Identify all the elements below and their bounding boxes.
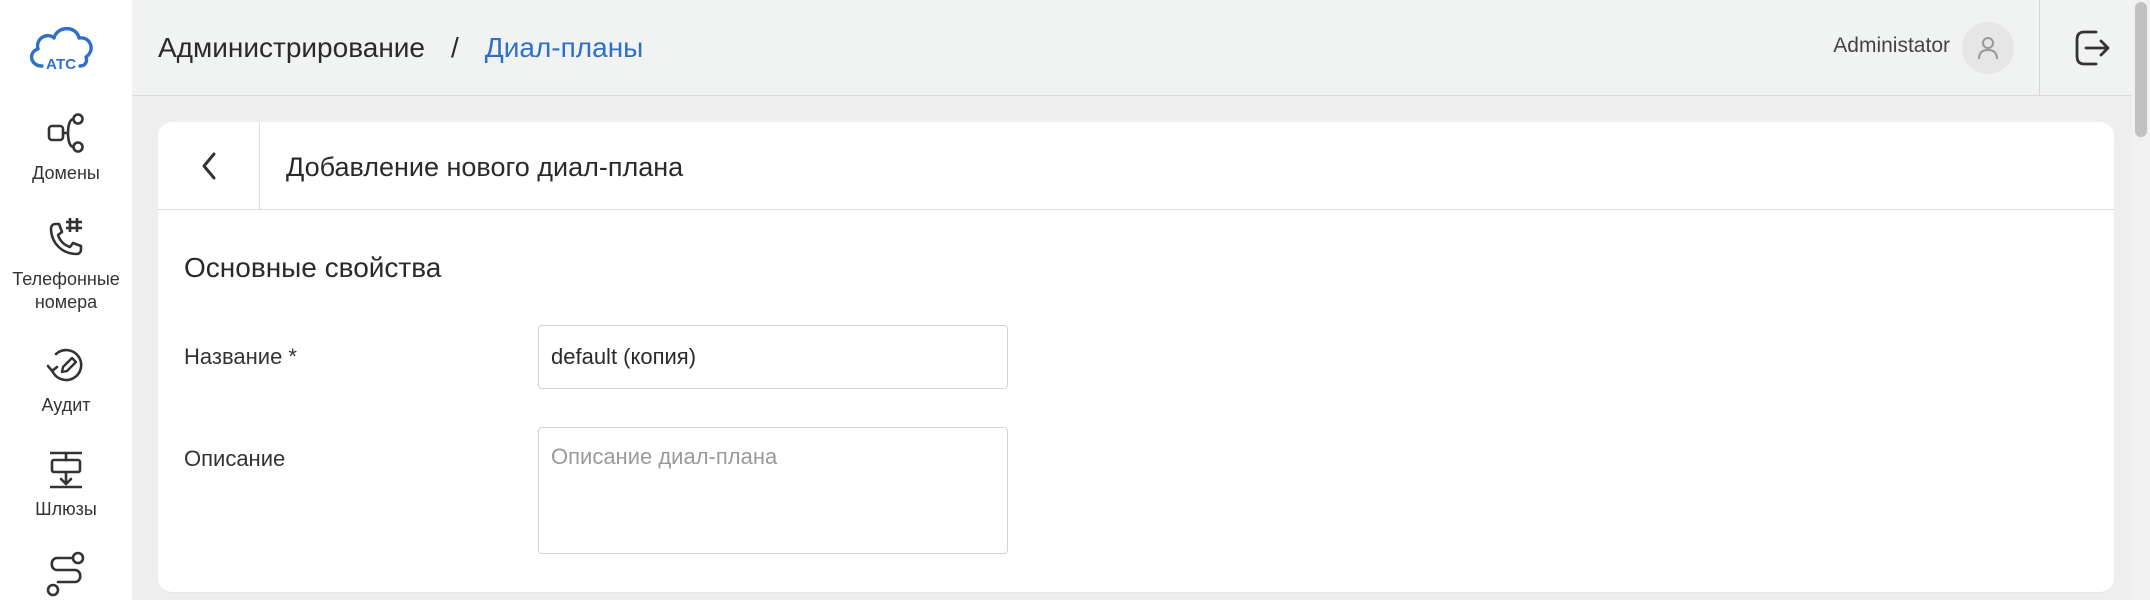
logo-text: АТС (46, 56, 76, 73)
cloud-logo-icon: АТС (30, 26, 93, 73)
gateways-icon (50, 451, 82, 489)
user-name[interactable]: Administator (1833, 34, 1950, 58)
sidebar-item-routes[interactable] (0, 548, 132, 600)
sidebar-item-gateways[interactable]: Шлюзы (0, 444, 132, 521)
sidebar-item-audit[interactable]: Аудит (0, 340, 132, 417)
name-input[interactable] (538, 325, 1008, 389)
sidebar-item-label: Телефонные номера (12, 269, 120, 312)
page-scrollbar[interactable] (2132, 0, 2150, 600)
chevron-left-icon (202, 152, 215, 180)
description-input[interactable] (538, 427, 1008, 554)
back-button[interactable] (158, 122, 260, 210)
sidebar-item-phone-numbers[interactable]: Телефонные номера (0, 214, 132, 314)
header-divider (2039, 0, 2040, 96)
audit-icon (46, 348, 83, 382)
logout-icon[interactable] (2070, 26, 2114, 70)
breadcrumb-root[interactable]: Администрирование (158, 32, 425, 64)
dial-plan-form-card: Добавление нового диал-плана Основные св… (158, 122, 2114, 592)
domains-icon (47, 113, 84, 153)
top-header: Администрирование / Диал-планы Administa… (132, 0, 2150, 96)
avatar[interactable] (1962, 22, 2014, 74)
section-title: Основные свойства (184, 252, 442, 283)
scrollbar-thumb[interactable] (2135, 2, 2147, 137)
routes-icon (46, 551, 85, 597)
breadcrumb-separator: / (451, 32, 459, 63)
sidebar-item-label: Аудит (41, 395, 91, 415)
description-field-label: Описание (184, 446, 286, 471)
name-field-label: Название * (184, 344, 297, 369)
sidebar-item-label: Домены (32, 163, 100, 183)
page-title: Добавление нового диал-плана (286, 152, 684, 182)
card-header: Добавление нового диал-плана (158, 122, 2114, 210)
sidebar-item-label: Шлюзы (35, 499, 97, 519)
breadcrumb: Администрирование / Диал-планы (158, 30, 643, 66)
sidebar: АТС Домены Телефонные номера Аудит Шлюзы (0, 0, 132, 600)
sidebar-item-domains[interactable]: Домены (0, 108, 132, 185)
breadcrumb-current[interactable]: Диал-планы (485, 32, 644, 64)
phone-numbers-icon (49, 218, 83, 256)
app-logo[interactable]: АТС (24, 16, 98, 78)
user-icon (1978, 37, 1998, 60)
